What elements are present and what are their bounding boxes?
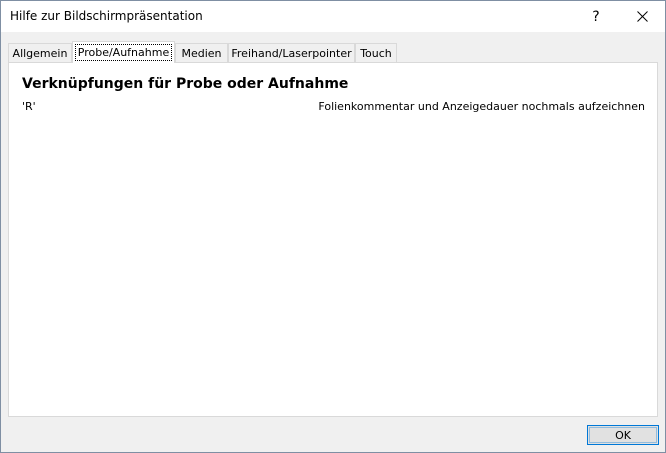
close-button[interactable] [619, 1, 665, 32]
tab-panel: Verknüpfungen für Probe oder Aufnahme 'R… [8, 62, 658, 417]
close-icon [636, 11, 648, 22]
help-dialog: Hilfe zur Bildschirmpräsentation ? Allge… [0, 0, 666, 453]
tab-medien[interactable]: Medien [175, 43, 228, 62]
tab-allgemein[interactable]: Allgemein [8, 43, 72, 62]
tab-label: Allgemein [12, 46, 68, 60]
tab-label: Probe/Aufnahme [74, 44, 173, 61]
tab-freihand-laserpointer[interactable]: Freihand/Laserpointer [228, 43, 355, 62]
tab-probe-aufnahme[interactable]: Probe/Aufnahme [72, 41, 175, 63]
help-button[interactable]: ? [573, 1, 619, 32]
tab-label: Freihand/Laserpointer [231, 46, 352, 60]
panel-heading: Verknüpfungen für Probe oder Aufnahme [22, 76, 349, 92]
shortcut-key: 'R' [22, 100, 36, 113]
ok-button[interactable]: OK [587, 425, 659, 445]
window-title: Hilfe zur Bildschirmpräsentation [10, 9, 203, 23]
tab-label: Touch [360, 46, 392, 60]
shortcut-description: Folienkommentar und Anzeigedauer nochmal… [318, 100, 645, 113]
tab-touch[interactable]: Touch [355, 43, 397, 62]
title-bar: Hilfe zur Bildschirmpräsentation ? [1, 1, 665, 32]
tab-label: Medien [181, 46, 222, 60]
